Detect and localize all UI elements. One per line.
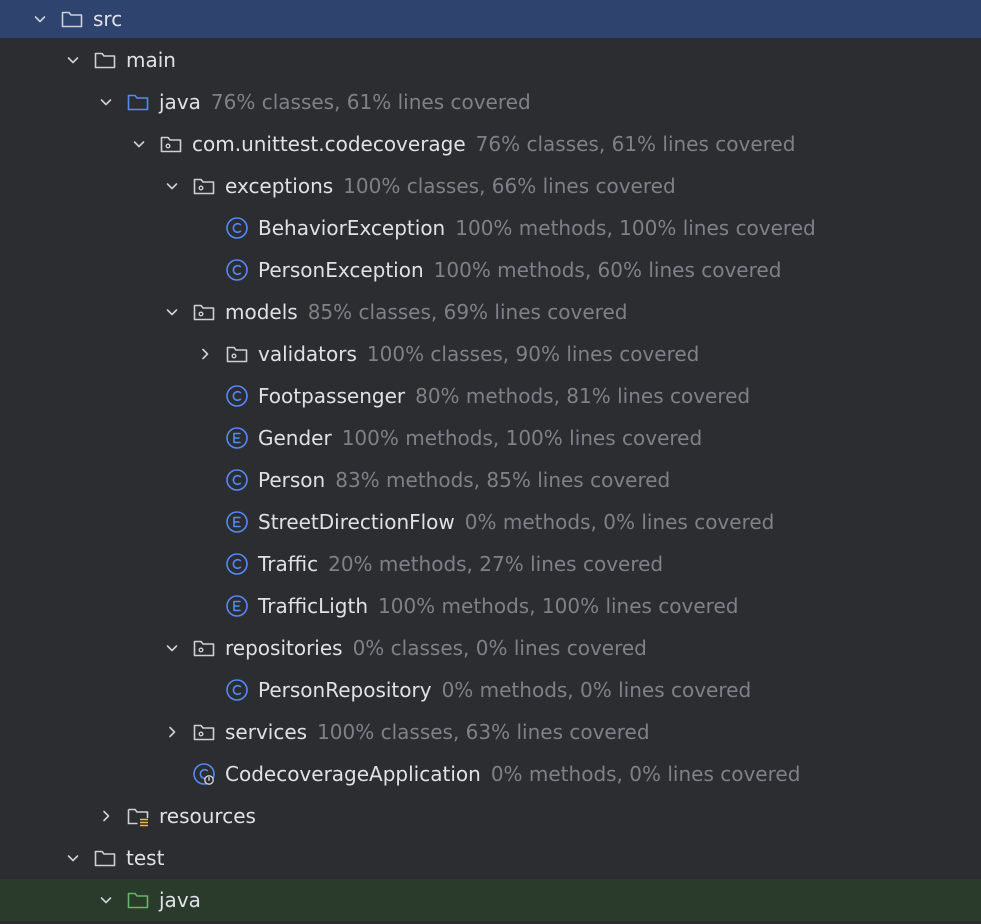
- tree-row-personexception[interactable]: PersonException 100% methods, 60% lines c…: [0, 249, 981, 291]
- tree-item-name: BehaviorException: [258, 216, 446, 240]
- tree-row-models[interactable]: models 85% classes, 69% lines covered: [0, 291, 981, 333]
- coverage-stats: 100% methods, 60% lines covered: [433, 258, 782, 282]
- package-icon: [192, 636, 216, 660]
- chevron-down-icon[interactable]: [61, 48, 85, 72]
- tree-item-name: Gender: [258, 426, 332, 450]
- coverage-stats: 100% classes, 90% lines covered: [366, 342, 700, 366]
- tree-item-name: Person: [258, 468, 326, 492]
- tree-row-footpassenger[interactable]: Footpassenger 80% methods, 81% lines cove…: [0, 375, 981, 417]
- resources-folder-icon: [126, 804, 150, 828]
- coverage-stats: 20% methods, 27% lines covered: [328, 552, 664, 576]
- chevron-down-icon[interactable]: [94, 888, 118, 912]
- package-icon: [192, 174, 216, 198]
- chevron-down-icon[interactable]: [61, 846, 85, 870]
- coverage-stats: 0% methods, 0% lines covered: [490, 762, 801, 786]
- tree-item-name: TrafficLigth: [258, 594, 368, 618]
- tree-row-behaviorexception[interactable]: BehaviorException 100% methods, 100% line…: [0, 207, 981, 249]
- tree-item-name: java: [159, 888, 201, 912]
- chevron-down-icon[interactable]: [94, 90, 118, 114]
- tree-row-streetdirectionflow[interactable]: StreetDirectionFlow 0% methods, 0% lines …: [0, 501, 981, 543]
- tree-row-person[interactable]: Person 83% methods, 85% lines covered: [0, 459, 981, 501]
- chevron-right-icon[interactable]: [193, 342, 217, 366]
- tree-item-name: CodecoverageApplication: [225, 762, 481, 786]
- chevron-down-icon[interactable]: [127, 132, 151, 156]
- test-source-folder-icon: [126, 888, 150, 912]
- coverage-stats: 0% classes, 0% lines covered: [352, 636, 647, 660]
- coverage-stats: 76% classes, 61% lines covered: [210, 90, 531, 114]
- chevron-right-icon[interactable]: [160, 720, 184, 744]
- tree-row-main[interactable]: main: [0, 39, 981, 81]
- coverage-stats: 100% methods, 100% lines covered: [378, 594, 739, 618]
- class-icon: [225, 258, 249, 282]
- chevron-down-icon[interactable]: [160, 174, 184, 198]
- tree-row-traffic[interactable]: Traffic 20% methods, 27% lines covered: [0, 543, 981, 585]
- tree-item-name: test: [126, 846, 165, 870]
- folder-icon: [93, 48, 117, 72]
- tree-row-validators[interactable]: validators 100% classes, 90% lines covere…: [0, 333, 981, 375]
- tree-item-name: src: [93, 7, 123, 31]
- enum-icon: [225, 594, 249, 618]
- coverage-stats: 0% methods, 0% lines covered: [464, 510, 775, 534]
- coverage-stats: 80% methods, 81% lines covered: [415, 384, 751, 408]
- coverage-stats: 100% methods, 100% lines covered: [455, 216, 816, 240]
- coverage-stats: 100% classes, 66% lines covered: [343, 174, 676, 198]
- package-icon: [192, 300, 216, 324]
- folder-icon: [60, 7, 84, 31]
- tree-row-resources[interactable]: resources: [0, 795, 981, 837]
- tree-item-name: repositories: [225, 636, 343, 660]
- coverage-stats: 100% classes, 63% lines covered: [317, 720, 650, 744]
- chevron-down-icon[interactable]: [160, 300, 184, 324]
- tree-row-gender[interactable]: Gender 100% methods, 100% lines covered: [0, 417, 981, 459]
- tree-item-name: PersonException: [258, 258, 424, 282]
- folder-icon: [93, 846, 117, 870]
- class-icon: [225, 468, 249, 492]
- coverage-stats: 0% methods, 0% lines covered: [441, 678, 752, 702]
- tree-row-java[interactable]: java: [0, 879, 981, 921]
- tree-item-name: services: [225, 720, 308, 744]
- class-icon: [225, 384, 249, 408]
- package-icon: [225, 342, 249, 366]
- tree-row-personrepository[interactable]: PersonRepository 0% methods, 0% lines cov…: [0, 669, 981, 711]
- tree-item-name: models: [225, 300, 298, 324]
- enum-icon: [225, 426, 249, 450]
- tree-row-com-unittest-codecoverage[interactable]: com.unittest.codecoverage 76% classes, 61…: [0, 123, 981, 165]
- coverage-stats: 85% classes, 69% lines covered: [307, 300, 628, 324]
- tree-row-src[interactable]: src: [0, 0, 981, 38]
- tree-row-test[interactable]: test: [0, 837, 981, 879]
- source-folder-icon: [126, 90, 150, 114]
- tree-row-trafficligth[interactable]: TrafficLigth 100% methods, 100% lines cov…: [0, 585, 981, 627]
- tree-row-repositories[interactable]: repositories 0% classes, 0% lines covered: [0, 627, 981, 669]
- package-icon: [192, 720, 216, 744]
- tree-item-name: exceptions: [225, 174, 334, 198]
- class-icon: [225, 216, 249, 240]
- tree-row-java[interactable]: java 76% classes, 61% lines covered: [0, 81, 981, 123]
- coverage-stats: 83% methods, 85% lines covered: [335, 468, 671, 492]
- chevron-down-icon[interactable]: [160, 636, 184, 660]
- class-icon: [225, 552, 249, 576]
- tree-item-name: StreetDirectionFlow: [258, 510, 455, 534]
- tree-row-codecoverageapplication[interactable]: CodecoverageApplication 0% methods, 0% li…: [0, 753, 981, 795]
- coverage-stats: 100% methods, 100% lines covered: [341, 426, 703, 450]
- chevron-down-icon[interactable]: [28, 7, 52, 31]
- tree-item-name: Traffic: [258, 552, 319, 576]
- tree-item-name: com.unittest.codecoverage: [192, 132, 466, 156]
- enum-icon: [225, 510, 249, 534]
- tree-item-name: PersonRepository: [258, 678, 432, 702]
- tree-item-name: Footpassenger: [258, 384, 406, 408]
- coverage-stats: 76% classes, 61% lines covered: [475, 132, 796, 156]
- package-icon: [159, 132, 183, 156]
- tree-item-name: resources: [159, 804, 256, 828]
- tree-item-name: main: [126, 48, 176, 72]
- project-tree: src main java 76% classes, 61% lines covere…: [0, 0, 981, 924]
- chevron-right-icon[interactable]: [94, 804, 118, 828]
- tree-row-services[interactable]: services 100% classes, 63% lines covered: [0, 711, 981, 753]
- tree-item-name: java: [159, 90, 201, 114]
- tree-item-name: validators: [258, 342, 357, 366]
- class-icon: [225, 678, 249, 702]
- tree-row-exceptions[interactable]: exceptions 100% classes, 66% lines covere…: [0, 165, 981, 207]
- spring-class-icon: [192, 762, 216, 786]
